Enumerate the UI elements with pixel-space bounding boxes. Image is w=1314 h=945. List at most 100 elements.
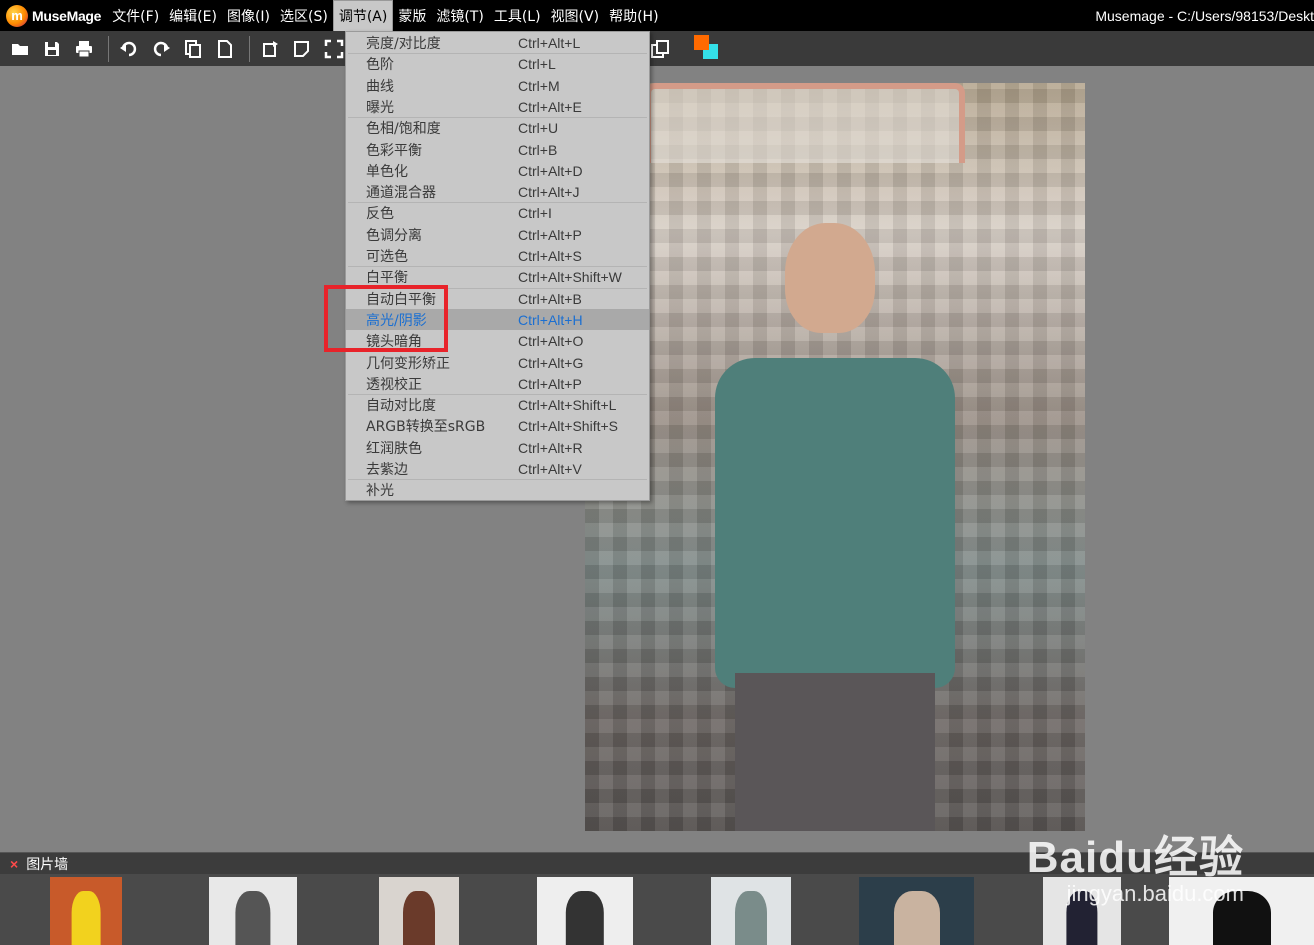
menu-item-label: 补光 [366, 482, 394, 499]
menu-item-shortcut: Ctrl+Alt+Shift+L [518, 396, 617, 413]
new-document-icon[interactable] [211, 35, 239, 63]
menu-item-6[interactable]: 滤镜(T) [431, 0, 488, 31]
menu-item-shortcut: Ctrl+Alt+J [518, 183, 580, 200]
adjust-menu-item[interactable]: 补光 [346, 479, 649, 500]
menu-item-label: 色相/饱和度 [366, 120, 441, 137]
close-icon[interactable]: × [10, 856, 18, 872]
picture-wall-thumbnail[interactable] [379, 877, 459, 945]
menu-item-shortcut: Ctrl+U [518, 119, 559, 136]
logo-text: MuseMage [32, 7, 102, 24]
picture-wall-thumbnail[interactable] [537, 877, 633, 945]
menu-item-shortcut: Ctrl+B [518, 141, 558, 158]
photo-person-shirt [715, 358, 955, 688]
adjust-menu-item[interactable]: 反色 Ctrl+I [346, 202, 649, 223]
menu-item-5[interactable]: 蒙版 [393, 0, 431, 31]
adjust-menu-item[interactable]: 色相/饱和度 Ctrl+U [346, 117, 649, 138]
menu-item-label: 去紫边 [366, 461, 408, 478]
menu-item-shortcut: Ctrl+Alt+Shift+W [518, 268, 622, 285]
menu-item-shortcut: Ctrl+Alt+Shift+S [518, 417, 618, 434]
menu-item-shortcut: Ctrl+M [518, 77, 560, 94]
rotate-icon[interactable] [256, 35, 284, 63]
menu-item-label: 色阶 [366, 56, 394, 73]
app-logo: m MuseMage [0, 4, 102, 27]
window-title: Musemage - C:/Users/98153/Deskt [1095, 7, 1314, 24]
watermark-brand: Baidu经验 [1026, 833, 1244, 882]
menu-item-2[interactable]: 图像(I) [222, 0, 275, 31]
menu-item-label: ARGB转换至sRGB [366, 418, 486, 435]
crop-icon[interactable] [288, 35, 316, 63]
adjust-menu-item[interactable]: 通道混合器 Ctrl+Alt+J [346, 181, 649, 202]
menu-item-shortcut: Ctrl+Alt+B [518, 290, 582, 307]
menu-item-4[interactable]: 调节(A) [332, 0, 394, 31]
adjust-menu-item[interactable]: 可选色 Ctrl+Alt+S [346, 245, 649, 266]
menu-item-7[interactable]: 工具(L) [489, 0, 546, 31]
adjust-dropdown-menu: 亮度/对比度 Ctrl+Alt+L 色阶 Ctrl+L 曲线 Ctrl+M 曝光 Ctrl+A… [345, 31, 650, 501]
color-swatch[interactable] [694, 35, 718, 59]
adjust-menu-item[interactable]: 色彩平衡 Ctrl+B [346, 139, 649, 160]
menu-item-label: 白平衡 [366, 269, 408, 286]
adjust-menu-item[interactable]: 色阶 Ctrl+L [346, 53, 649, 74]
picture-wall-thumbnail[interactable] [859, 877, 974, 945]
menu-item-shortcut: Ctrl+Alt+L [518, 34, 581, 51]
copy-icon[interactable] [179, 35, 207, 63]
musemage-logo-icon: m [6, 4, 28, 27]
menu-item-shortcut: Ctrl+Alt+H [518, 311, 583, 328]
menu-item-0[interactable]: 文件(F) [107, 0, 164, 31]
menu-item-shortcut: Ctrl+Alt+D [518, 162, 583, 179]
annotation-highlight-box [324, 285, 448, 352]
adjust-menu-item[interactable]: 色调分离 Ctrl+Alt+P [346, 224, 649, 245]
fit-icon[interactable] [320, 35, 348, 63]
thumbnail-figure [565, 890, 605, 945]
save-icon[interactable] [38, 35, 66, 63]
adjust-menu-item[interactable]: 曲线 Ctrl+M [346, 75, 649, 96]
adjust-menu-item[interactable]: 曝光 Ctrl+Alt+E [346, 96, 649, 117]
menu-item-shortcut: Ctrl+Alt+E [518, 98, 582, 115]
redo-icon[interactable] [147, 35, 175, 63]
toolbar-divider [108, 35, 109, 62]
adjust-menu-item[interactable]: 白平衡 Ctrl+Alt+Shift+W [346, 266, 649, 287]
adjust-menu-item[interactable]: 亮度/对比度 Ctrl+Alt+L [346, 32, 649, 53]
picture-wall-title: 图片墙 [26, 856, 69, 873]
duplicate-icon[interactable] [646, 35, 674, 63]
menu-item-shortcut: Ctrl+Alt+R [518, 439, 583, 456]
picture-wall-thumbnail[interactable] [209, 877, 297, 945]
menu-item-3[interactable]: 选区(S) [275, 0, 333, 31]
thumbnail-figure [893, 890, 940, 945]
adjust-menu-item[interactable]: 几何变形矫正 Ctrl+Alt+G [346, 352, 649, 373]
menu-item-shortcut: Ctrl+Alt+G [518, 354, 584, 371]
print-icon[interactable] [70, 35, 98, 63]
menu-item-label: 透视校正 [366, 376, 422, 393]
menu-item-1[interactable]: 编辑(E) [164, 0, 222, 31]
adjust-menu-item[interactable]: ARGB转换至sRGB Ctrl+Alt+Shift+S [346, 415, 649, 436]
thumbnail-figure [403, 890, 435, 945]
picture-wall-thumbnail[interactable] [50, 877, 122, 945]
menu-item-label: 几何变形矫正 [366, 355, 450, 372]
adjust-menu-item[interactable]: 单色化 Ctrl+Alt+D [346, 160, 649, 181]
adjust-menu-item[interactable]: 透视校正 Ctrl+Alt+P [346, 373, 649, 394]
adjust-menu-item[interactable]: 去紫边 Ctrl+Alt+V [346, 458, 649, 479]
open-folder-icon[interactable] [6, 35, 34, 63]
menu-item-8[interactable]: 视图(V) [546, 0, 605, 31]
undo-icon[interactable] [115, 35, 143, 63]
picture-wall-thumbnail[interactable] [711, 877, 791, 945]
photo-building [645, 83, 965, 163]
menu-item-label: 曝光 [366, 99, 394, 116]
menu-item-shortcut: Ctrl+L [518, 55, 556, 72]
edited-photo[interactable] [585, 83, 1085, 831]
adjust-menu-item[interactable]: 自动对比度 Ctrl+Alt+Shift+L [346, 394, 649, 415]
photo-person-head [785, 223, 875, 333]
menu-item-label: 单色化 [366, 163, 408, 180]
menu-item-label: 可选色 [366, 248, 408, 265]
menu-item-label: 红润肤色 [366, 440, 422, 457]
title-bar: m MuseMage 文件(F) 编辑(E) 图像(I) 选区(S) 调节(A) 蒙版 滤镜… [0, 0, 1314, 31]
menu-item-9[interactable]: 帮助(H) [604, 0, 663, 31]
menu-item-shortcut: Ctrl+Alt+V [518, 460, 582, 477]
menu-item-shortcut: Ctrl+I [518, 204, 552, 221]
foreground-color-swatch[interactable] [694, 35, 709, 50]
baidu-watermark: Baidu经验 jingyan.baidu.com [1009, 821, 1244, 907]
adjust-menu-item[interactable]: 红润肤色 Ctrl+Alt+R [346, 437, 649, 458]
menu-item-label: 色调分离 [366, 227, 422, 244]
toolbar-divider [249, 35, 250, 62]
menu-item-shortcut: Ctrl+Alt+P [518, 226, 582, 243]
thumbnail-figure [235, 890, 271, 945]
